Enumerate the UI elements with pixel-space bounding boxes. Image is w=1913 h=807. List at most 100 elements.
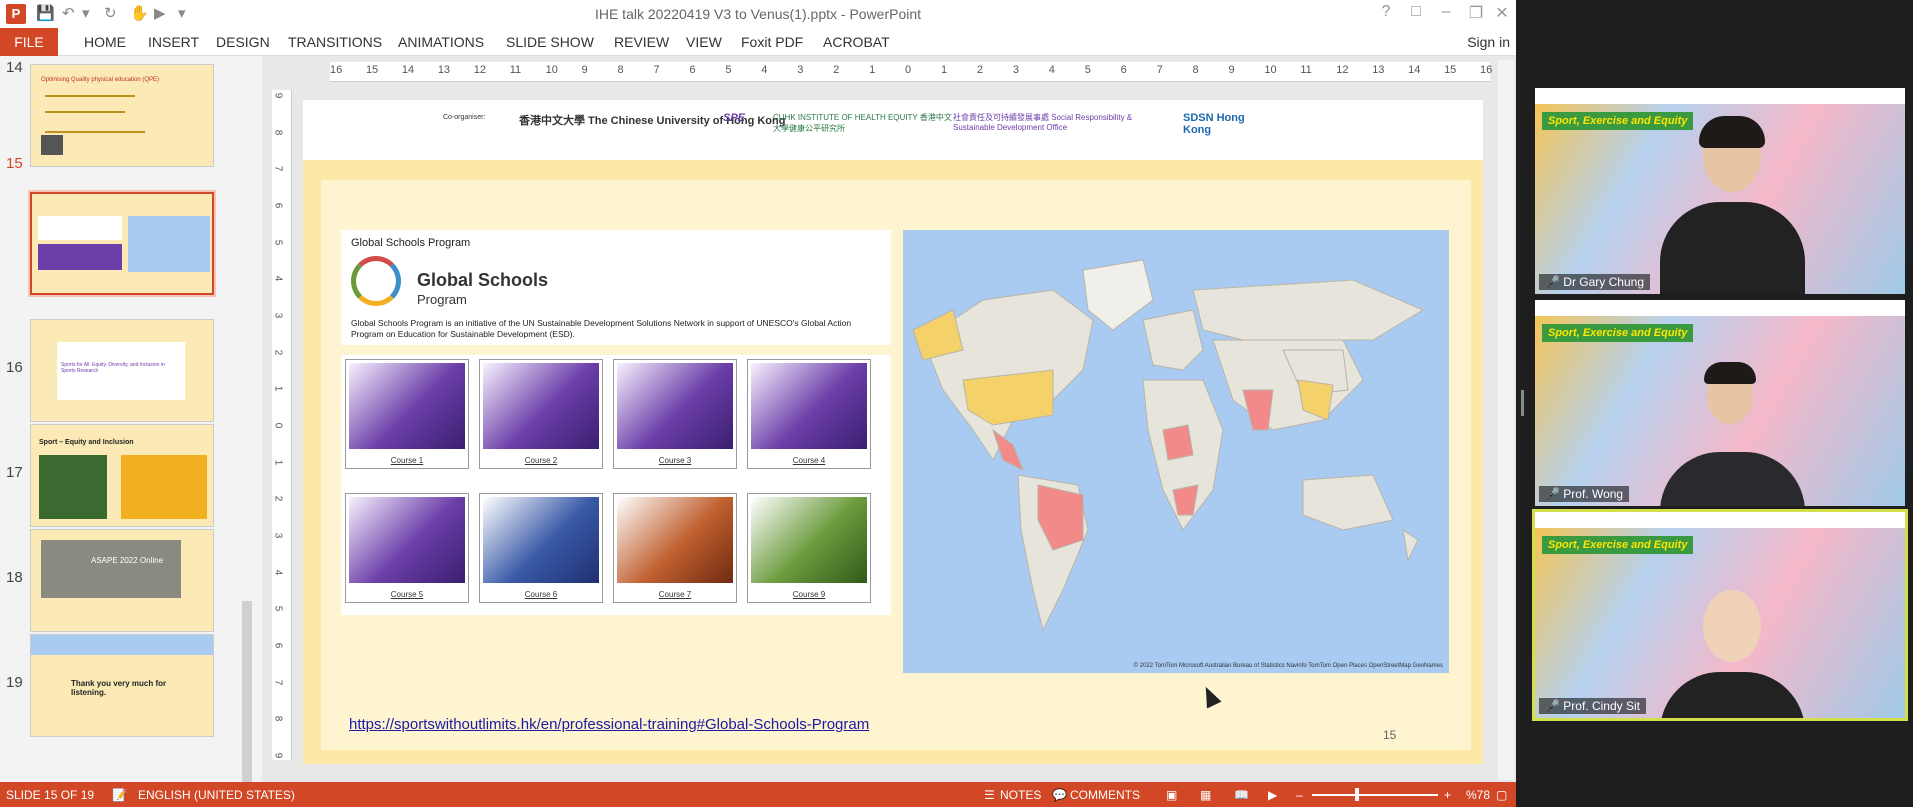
reading-view-icon[interactable]: 📖: [1234, 788, 1249, 802]
ruler-tick-label: 9: [581, 64, 588, 76]
program-link[interactable]: https://sportswithoutlimits.hk/en/profes…: [349, 716, 869, 733]
notes-button[interactable]: NOTES: [1000, 788, 1041, 802]
thumbnail-text: Sport – Equity and Inclusion: [39, 439, 134, 446]
zoom-slider-knob[interactable]: [1355, 788, 1359, 801]
tab-slide-show[interactable]: SLIDE SHOW: [506, 28, 594, 56]
language-indicator[interactable]: ENGLISH (UNITED STATES): [138, 788, 295, 802]
comments-icon[interactable]: 💬: [1052, 788, 1067, 802]
course-label: Course 9: [792, 590, 826, 599]
mic-icon: 🎤: [1545, 275, 1560, 289]
thumbnail-text: Thank you very much for listening.: [71, 679, 167, 697]
ruler-tick-label: 0: [905, 64, 912, 76]
thumbnail-image: [41, 135, 63, 155]
world-map: © 2022 TomTom Microsoft Australian Burea…: [903, 230, 1449, 673]
ruler-tick-label: 5: [272, 239, 284, 245]
slide-thumbnail-15[interactable]: [28, 190, 216, 297]
mic-icon: 🎤: [1545, 699, 1560, 713]
ruler-tick-label: 16: [1480, 64, 1493, 76]
vertical-ruler: 9 8 7 6 5 4 3 2 1 0 1 2 3 4 5 6 7 8 9: [272, 90, 292, 760]
tab-design[interactable]: DESIGN: [216, 28, 270, 56]
course-card[interactable]: Course 6: [479, 493, 603, 603]
participant-tile[interactable]: Sport, Exercise and Equity 🎤 Prof. Wong: [1535, 300, 1905, 506]
slide-number: 17: [6, 464, 23, 481]
ruler-tick-label: 3: [272, 312, 284, 319]
slide-thumbnail-18[interactable]: ASAPE 2022 Online: [30, 529, 214, 632]
ruler-tick-label: 1: [272, 459, 284, 465]
participant-tile-active-speaker[interactable]: Sport, Exercise and Equity 🎤 Prof. Cindy…: [1532, 509, 1908, 721]
tab-transitions[interactable]: TRANSITIONS: [288, 28, 382, 56]
slide-thumbnail-17[interactable]: Sport – Equity and Inclusion: [30, 424, 214, 527]
tab-file[interactable]: FILE: [0, 28, 58, 56]
slideshow-view-icon[interactable]: ▶: [1268, 788, 1277, 802]
course-card[interactable]: Course 4: [747, 359, 871, 469]
comments-button[interactable]: COMMENTS: [1070, 788, 1140, 802]
tab-view[interactable]: VIEW: [686, 28, 722, 56]
panel-splitter[interactable]: [1521, 390, 1524, 416]
thumbnail-sdg: [121, 455, 207, 519]
tab-acrobat[interactable]: ACROBAT: [823, 28, 890, 56]
ruler-tick-label: 6: [689, 64, 696, 76]
slide-thumbnail-pane: 14 Optimising Quality physical education…: [0, 56, 262, 782]
ruler-tick-label: 9: [272, 752, 284, 759]
slide-number: 14: [6, 59, 23, 76]
participant-name: 🎤 Prof. Wong: [1539, 486, 1630, 502]
ruler-tick-label: 10: [545, 64, 558, 76]
tab-foxit-pdf[interactable]: Foxit PDF: [741, 28, 803, 56]
thumbnail-scroll-thumb[interactable]: [242, 601, 252, 782]
course-card[interactable]: Course 2: [479, 359, 603, 469]
tab-insert[interactable]: INSERT: [148, 28, 199, 56]
ruler-tick-label: 5: [272, 606, 284, 612]
normal-view-icon[interactable]: ▣: [1166, 788, 1177, 802]
tab-animations[interactable]: ANIMATIONS: [398, 28, 484, 56]
fit-to-window-icon[interactable]: ▢: [1496, 788, 1507, 802]
tab-home[interactable]: HOME: [84, 28, 126, 56]
course-card[interactable]: Course 3: [613, 359, 737, 469]
tile-logo-bar: [1535, 88, 1905, 104]
course-label: Course 5: [390, 590, 424, 599]
ruler-tick-label: 5: [1084, 64, 1091, 76]
ruler-tick-label: 10: [1264, 64, 1277, 76]
tab-review[interactable]: REVIEW: [614, 28, 669, 56]
course-label: Course 3: [658, 456, 692, 465]
help-button[interactable]: ?: [1372, 3, 1400, 21]
sdsn-logo: SDSN Hong Kong: [1183, 112, 1245, 136]
slide-sorter-icon[interactable]: ▦: [1200, 788, 1211, 802]
zoom-out-button[interactable]: –: [1296, 788, 1303, 802]
current-slide[interactable]: Co-organiser: 香港中文大學 The Chinese Univers…: [303, 100, 1483, 764]
greenland: [1082, 259, 1154, 331]
ruler-tick-label: 3: [797, 64, 804, 76]
participant-name: 🎤 Dr Gary Chung: [1539, 274, 1650, 290]
ribbon-display-options-icon[interactable]: □: [1402, 3, 1430, 21]
powerpoint-window: P 💾 ↶ ▾ ↻ ✋ ▶ ▾ IHE talk 20220419 V3 to …: [0, 0, 1516, 807]
slide-scrollbar[interactable]: [1498, 60, 1514, 780]
zoom-in-button[interactable]: +: [1444, 788, 1451, 802]
course-card[interactable]: Course 5: [345, 493, 469, 603]
event-banner: Sport, Exercise and Equity: [1542, 324, 1694, 342]
proofing-icon[interactable]: 📝: [112, 788, 127, 802]
thumbnail-text: Optimising Quality physical education (Q…: [41, 77, 160, 83]
participant-tile[interactable]: Sport, Exercise and Equity 🎤 Dr Gary Chu…: [1535, 88, 1905, 294]
ruler-tick-label: 4: [272, 569, 284, 575]
minimize-button[interactable]: –: [1432, 3, 1460, 21]
ruler-tick-label: 16: [330, 64, 343, 76]
slide-thumbnail-19[interactable]: Thank you very much for listening.: [30, 634, 214, 737]
close-button[interactable]: ✕: [1488, 3, 1516, 23]
thumbnail-scrollbar[interactable]: [240, 116, 254, 782]
course-label: Course 1: [390, 456, 424, 465]
slide-number: 18: [6, 569, 23, 586]
world-map-graphic: [912, 259, 1425, 632]
ruler-tick-label: 15: [365, 64, 379, 76]
sign-in-link[interactable]: Sign in: [1467, 28, 1510, 56]
slide-thumbnail-16[interactable]: Sports for All: Equity, Diversity, and I…: [30, 319, 214, 422]
ruler-tick-label: 1: [869, 64, 876, 76]
ruler-tick-label: 1: [940, 64, 948, 76]
course-card[interactable]: Course 1: [345, 359, 469, 469]
course-card[interactable]: Course 9: [747, 493, 871, 603]
slide-thumbnail-14[interactable]: Optimising Quality physical education (Q…: [30, 64, 214, 167]
course-card[interactable]: Course 7: [613, 493, 737, 603]
zoom-level[interactable]: %78: [1466, 788, 1490, 802]
restore-button[interactable]: ❐: [1462, 3, 1490, 23]
ruler-tick-label: 7: [272, 679, 284, 685]
zoom-slider[interactable]: [1312, 794, 1438, 796]
notes-icon[interactable]: ☰: [984, 788, 995, 802]
